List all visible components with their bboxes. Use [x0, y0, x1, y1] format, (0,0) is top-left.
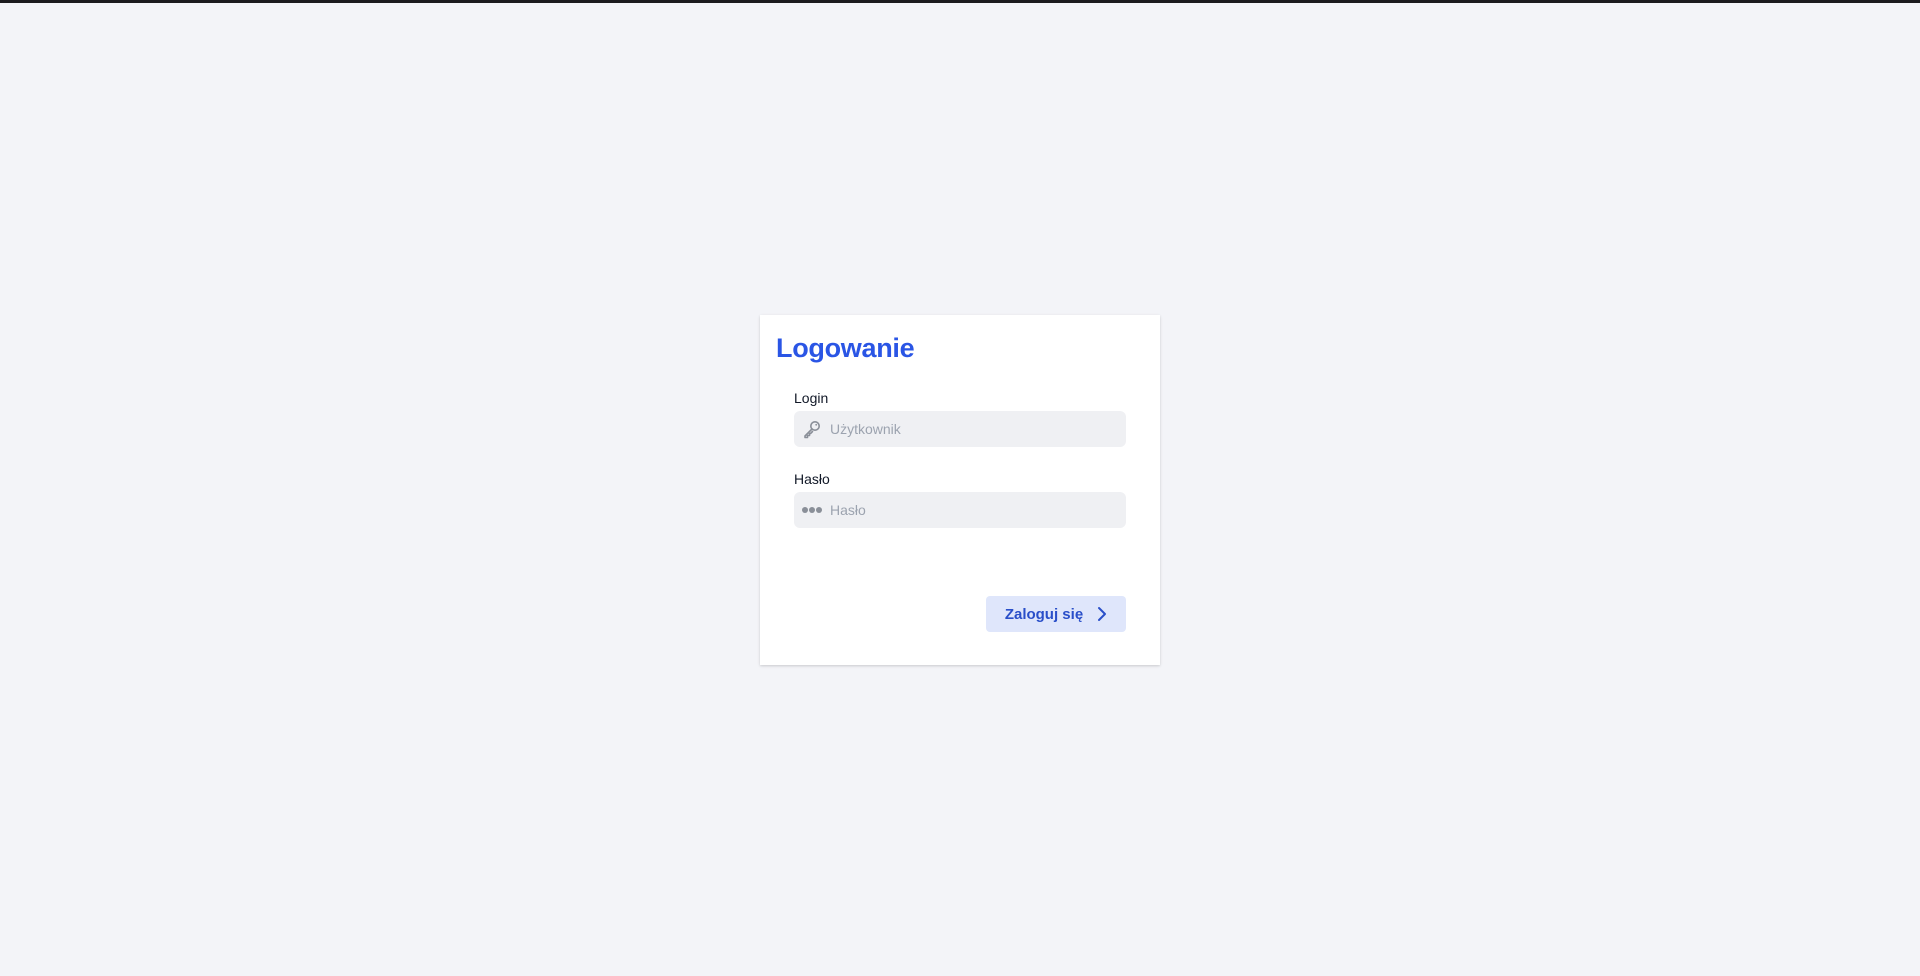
key-icon — [801, 419, 823, 439]
login-submit-label: Zaloguj się — [1004, 605, 1084, 623]
chevron-right-icon — [1097, 606, 1107, 622]
login-card: Logowanie Login Hasło Zaloguj się — [760, 315, 1160, 665]
login-input[interactable] — [830, 411, 1120, 447]
login-label: Login — [794, 390, 829, 406]
login-submit-button[interactable]: Zaloguj się — [986, 596, 1126, 632]
login-field-wrapper — [794, 411, 1126, 447]
password-input[interactable] — [830, 492, 1120, 528]
password-dots-icon — [801, 500, 823, 520]
password-label: Hasło — [794, 471, 830, 487]
window-top-border — [0, 0, 1920, 3]
page-title: Logowanie — [776, 333, 915, 363]
password-field-wrapper — [794, 492, 1126, 528]
